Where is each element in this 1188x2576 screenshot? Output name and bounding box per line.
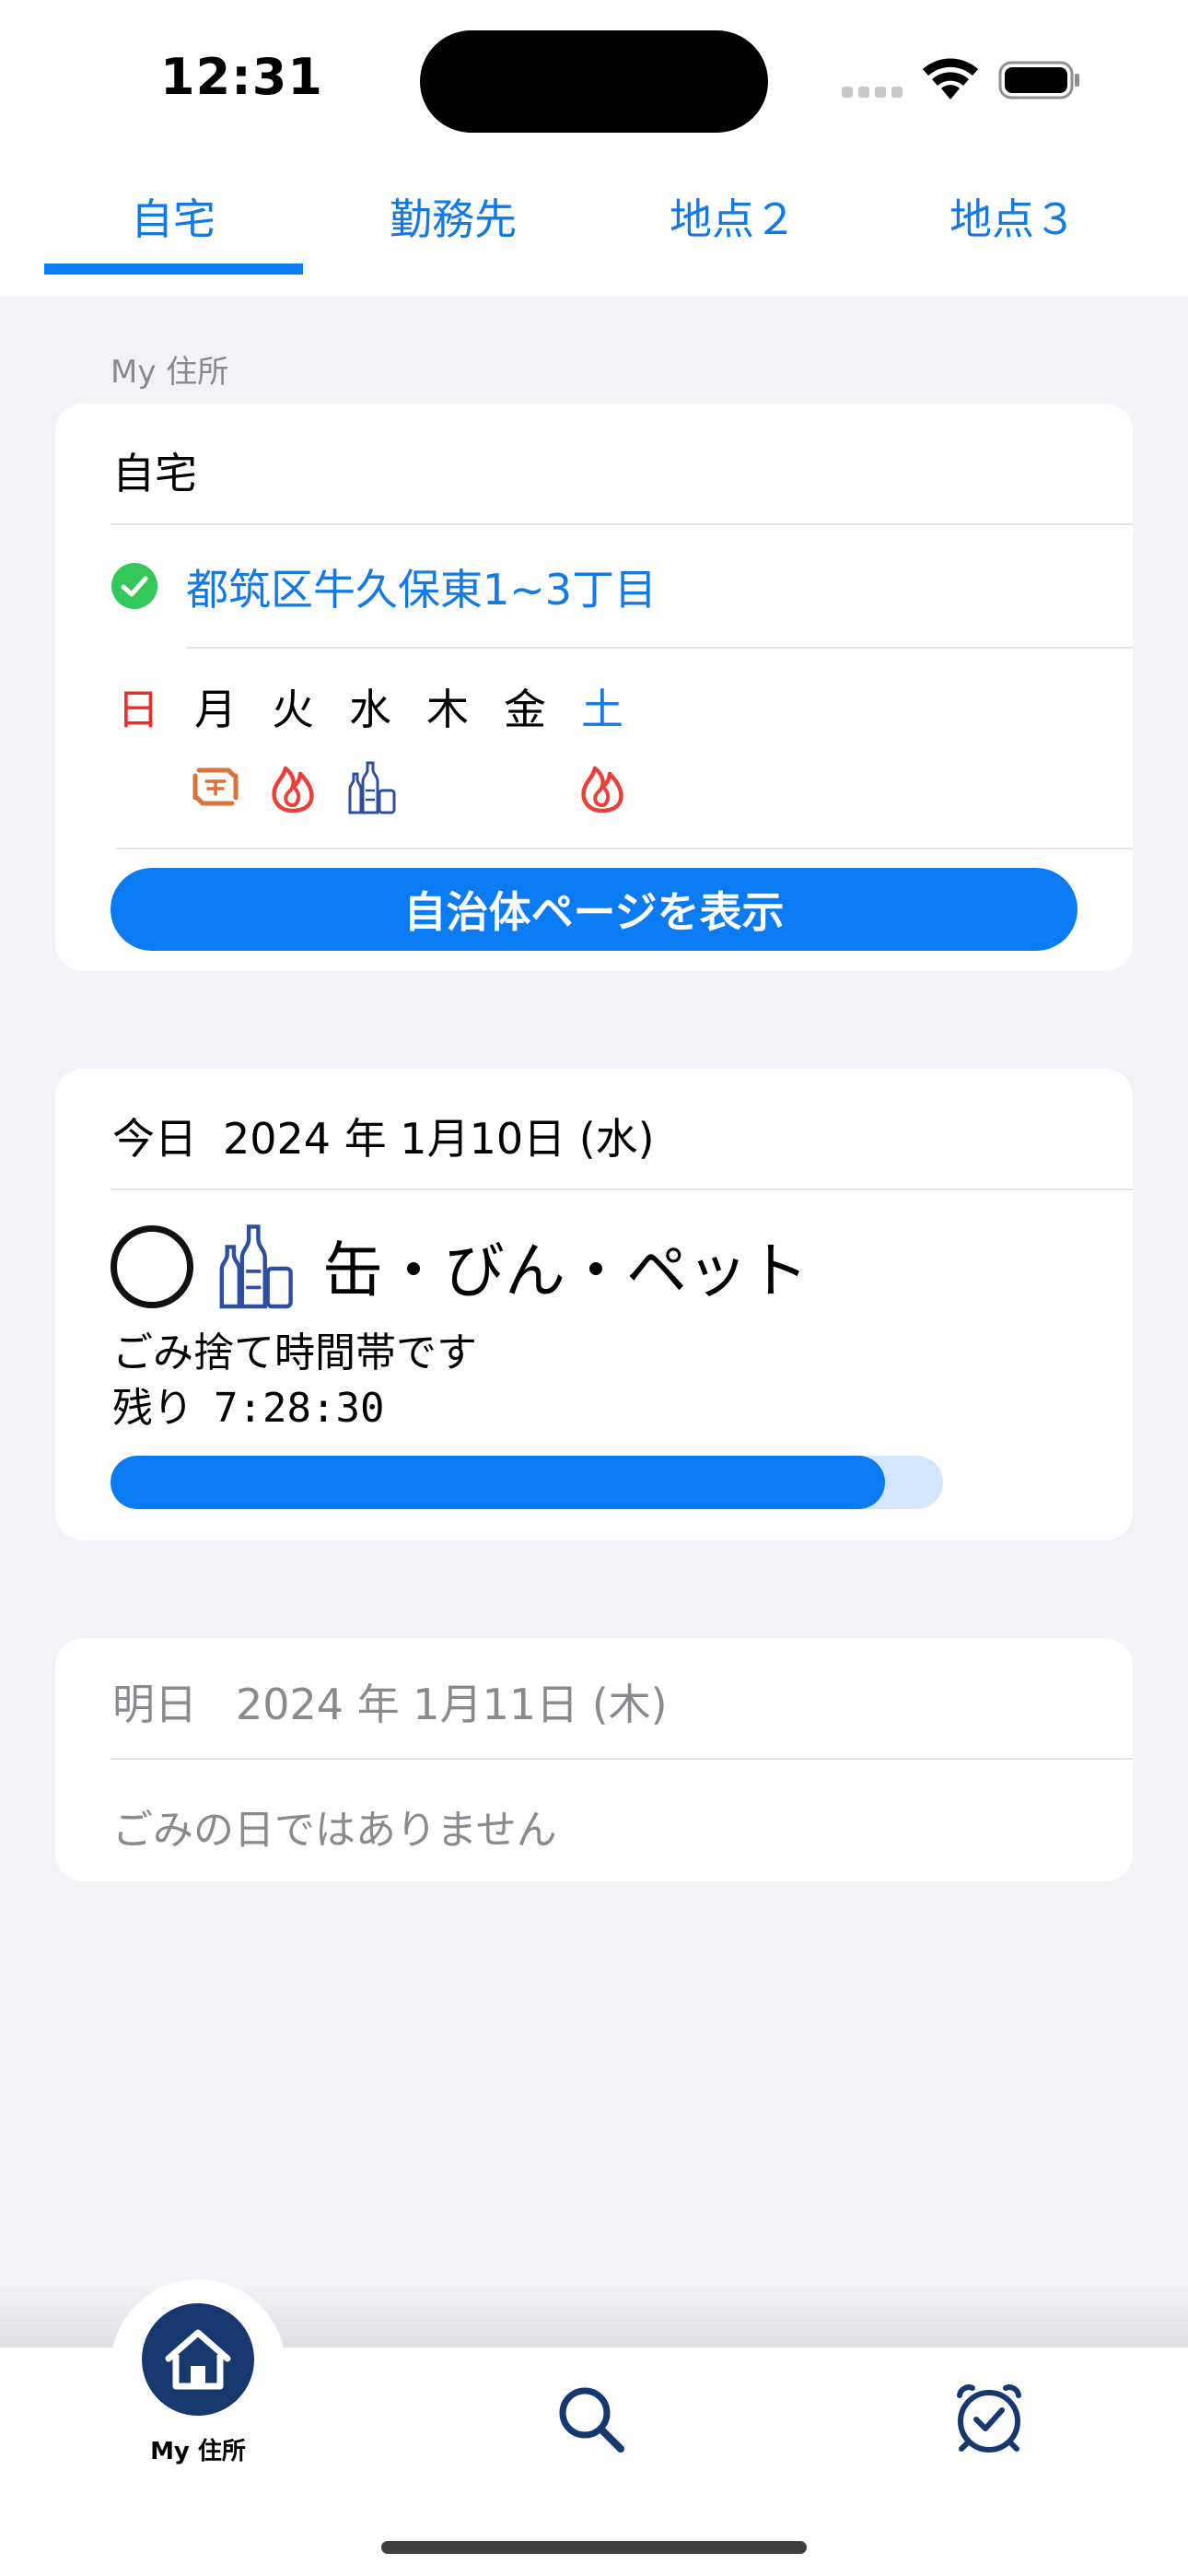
- recycle-paper-icon: [192, 767, 239, 806]
- search-icon[interactable]: [556, 2384, 626, 2454]
- status-time: 12:31: [160, 48, 323, 106]
- app-screen: 12:31 自宅 勤務先 地点２ 地点３ My 住所 自宅 都筑区牛久保東1~3…: [0, 0, 1188, 2576]
- tomorrow-card: 明日 2024 年 1月11日 (木) ごみの日ではありません: [55, 1638, 1133, 1881]
- tab-home[interactable]: 自宅: [44, 186, 302, 247]
- open-municipality-page-button[interactable]: 自治体ページを表示: [111, 868, 1077, 951]
- bottles-cans-icon: [348, 761, 396, 814]
- divider: [111, 1188, 1133, 1190]
- place-name: 自宅: [112, 449, 197, 498]
- tab-location-2[interactable]: 地点２: [604, 186, 862, 247]
- wifi-icon: [923, 58, 978, 100]
- remaining-label: 残り: [112, 1385, 193, 1432]
- section-label: My 住所: [111, 354, 229, 391]
- weekday-mon: 月: [194, 685, 237, 734]
- no-collection-message: ごみの日ではありません: [112, 1807, 557, 1854]
- cellular-signal-icon: [842, 87, 906, 100]
- selected-tab-indicator: [44, 263, 303, 275]
- burnable-fire-icon: [581, 766, 623, 814]
- garbage-type: 缶・びん・ペット: [322, 1235, 809, 1306]
- home-indicator[interactable]: [381, 2541, 807, 2554]
- burnable-fire-icon: [272, 766, 314, 814]
- divider: [186, 647, 1133, 649]
- weekday-fri: 金: [504, 685, 546, 734]
- collection-status: ごみ捨て時間帯です: [112, 1329, 477, 1376]
- house-icon: [165, 2329, 231, 2390]
- remaining-time: 7:28:30: [214, 1385, 385, 1432]
- weekday-thu: 木: [426, 685, 469, 734]
- tomorrow-label: 明日: [112, 1680, 197, 1729]
- tab-work[interactable]: 勤務先: [324, 186, 582, 247]
- weekday-wed: 水: [349, 685, 391, 734]
- today-card: 今日 2024 年 1月10日 (水) 缶・びん・ペット ごみ捨て時間帯です 残…: [55, 1069, 1133, 1540]
- divider: [116, 848, 1133, 849]
- dynamic-island: [420, 30, 768, 133]
- status-bar: 12:31: [0, 0, 1188, 147]
- location-card: 自宅 都筑区牛久保東1~3丁目 日 月 火 水 木 金 土 自治体ページを表示: [55, 404, 1133, 971]
- divider: [111, 523, 1133, 525]
- tab-my-address[interactable]: [142, 2303, 254, 2416]
- time-progress-fill: [111, 1456, 885, 1509]
- alarm-clock-icon[interactable]: [954, 2383, 1024, 2456]
- tomorrow-date: 2024 年 1月11日 (木): [236, 1680, 668, 1729]
- battery-icon: [998, 61, 1079, 100]
- tab-my-address-label[interactable]: My 住所: [111, 2432, 285, 2466]
- remaining-time-row: 残り 7:28:30: [112, 1375, 384, 1434]
- tab-location-3[interactable]: 地点３: [884, 186, 1142, 247]
- collection-day-circle-mark: [111, 1225, 193, 1308]
- weekday-sun: 日: [117, 685, 159, 734]
- time-progress-bar: [111, 1456, 943, 1509]
- bottles-cans-icon: [219, 1224, 293, 1309]
- check-circle-icon: [111, 563, 157, 609]
- today-label: 今日: [112, 1114, 197, 1164]
- location-tabs: 自宅 勤務先 地点２ 地点３: [0, 147, 1188, 297]
- weekday-sat: 土: [581, 685, 623, 734]
- today-date: 2024 年 1月10日 (水): [223, 1114, 655, 1164]
- weekday-tue: 火: [272, 685, 314, 734]
- address-link[interactable]: 都筑区牛久保東1~3丁目: [186, 556, 657, 617]
- divider: [111, 1758, 1133, 1760]
